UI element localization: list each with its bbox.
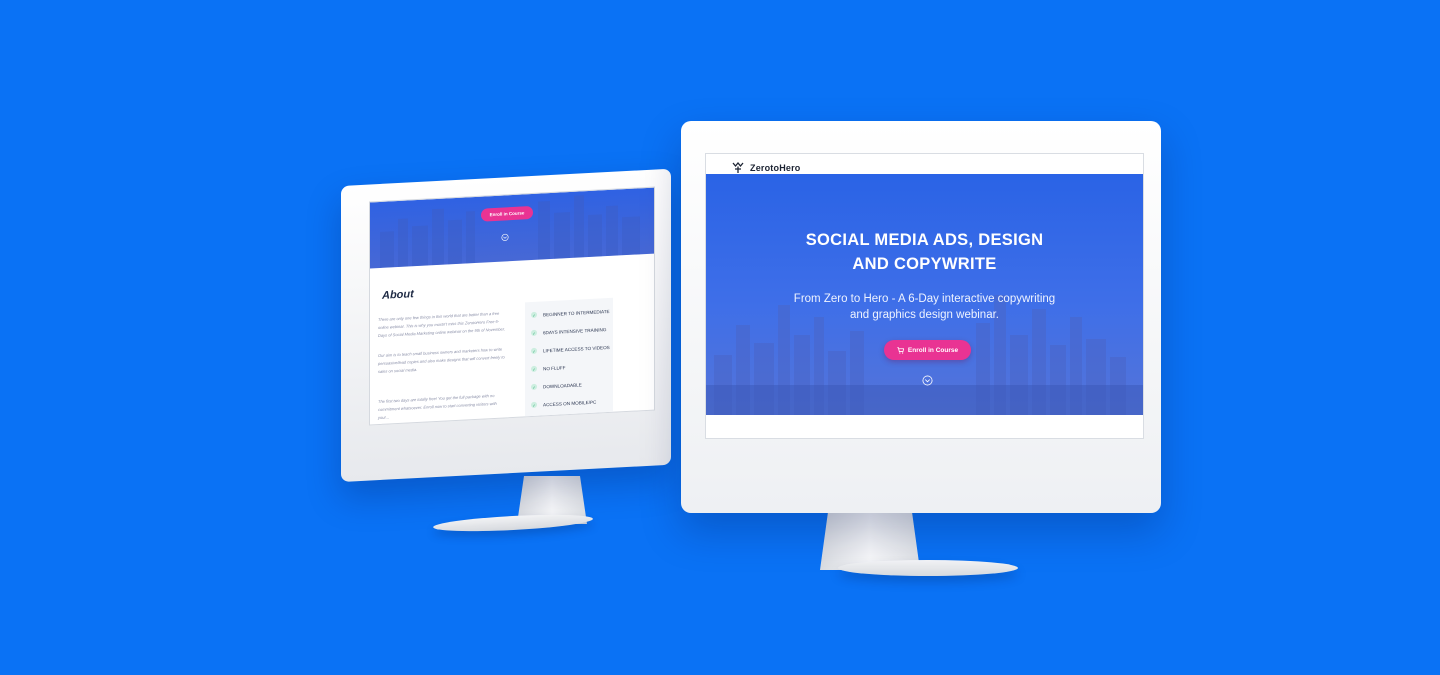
check-icon: ✓ xyxy=(531,401,537,409)
about-paragraph: Our aim is to teach small business owner… xyxy=(378,346,505,375)
feature-label: NO FLUFF xyxy=(543,364,566,371)
brand-name[interactable]: ZerotoHero xyxy=(750,163,801,173)
chevron-down-circle-icon[interactable] xyxy=(922,375,933,386)
main-monitor-mockup: ZerotoHero SOCIAL MEDIA ADS, DESIGN AND … xyxy=(681,121,1161,513)
secondary-screen: Enroll in Course About There are only on… xyxy=(369,186,655,426)
zerotohero-logo-icon[interactable] xyxy=(732,161,744,174)
feature-label: LIFETIME ACCESS TO VIDEOS xyxy=(543,344,610,353)
secondary-monitor-stand-base xyxy=(432,511,594,535)
hero-subtitle: From Zero to Hero - A 6-Day interactive … xyxy=(793,293,1056,321)
secondary-monitor-mockup: Enroll in Course About There are only on… xyxy=(341,168,671,536)
chevron-down-circle-icon[interactable] xyxy=(501,233,509,241)
hero-title: SOCIAL MEDIA ADS, DESIGN AND COPYWRITE xyxy=(706,228,1143,276)
about-heading: About xyxy=(382,288,414,302)
enroll-button-label: Enroll in Course xyxy=(489,210,525,218)
check-icon: ✓ xyxy=(531,347,537,355)
hero-section: SOCIAL MEDIA ADS, DESIGN AND COPYWRITE F… xyxy=(706,174,1143,415)
main-screen: ZerotoHero SOCIAL MEDIA ADS, DESIGN AND … xyxy=(705,153,1144,439)
enroll-button[interactable]: Enroll in Course xyxy=(884,340,971,360)
feature-item: ✓ DOWNLOADABLE xyxy=(531,381,582,391)
feature-label: ACCESS ON MOBILE/PC xyxy=(543,399,597,407)
secondary-hero-banner: Enroll in Course xyxy=(370,187,654,269)
feature-item: ✓ LIFETIME ACCESS TO VIDEOS xyxy=(531,344,610,355)
check-icon: ✓ xyxy=(531,365,537,373)
about-paragraph: There are only one few things in this wo… xyxy=(378,310,506,339)
feature-item: ✓ NO FLUFF xyxy=(531,364,566,373)
hero-title-line: AND COPYWRITE xyxy=(852,255,997,273)
check-icon: ✓ xyxy=(531,383,537,391)
feature-item: ✓ ACCESS ON MOBILE/PC xyxy=(531,399,597,409)
feature-label: 6DAYS INTENSIVE TRAINING xyxy=(543,326,607,335)
enroll-button[interactable]: Enroll in Course xyxy=(481,205,533,222)
feature-item: ✓ BEGINNER TO INTERMEDIATE xyxy=(531,308,610,319)
enroll-button-label: Enroll in Course xyxy=(907,346,959,354)
secondary-monitor-body: Enroll in Course About There are only on… xyxy=(341,168,671,482)
hero-title-line: SOCIAL MEDIA ADS, DESIGN xyxy=(805,231,1044,249)
feature-list: ✓ BEGINNER TO INTERMEDIATE ✓ 6DAYS INTENSI… xyxy=(525,297,613,423)
feature-label: BEGINNER TO INTERMEDIATE xyxy=(543,308,610,317)
about-paragraph: The first two days are totally free! You… xyxy=(378,392,497,421)
check-icon: ✓ xyxy=(531,329,537,337)
city-skyline-image xyxy=(380,195,640,268)
check-icon: ✓ xyxy=(531,311,537,319)
feature-item: ✓ 6DAYS INTENSIVE TRAINING xyxy=(531,326,607,337)
feature-label: DOWNLOADABLE xyxy=(543,381,582,389)
cart-icon xyxy=(897,346,904,354)
main-monitor-stand-base xyxy=(838,560,1018,576)
